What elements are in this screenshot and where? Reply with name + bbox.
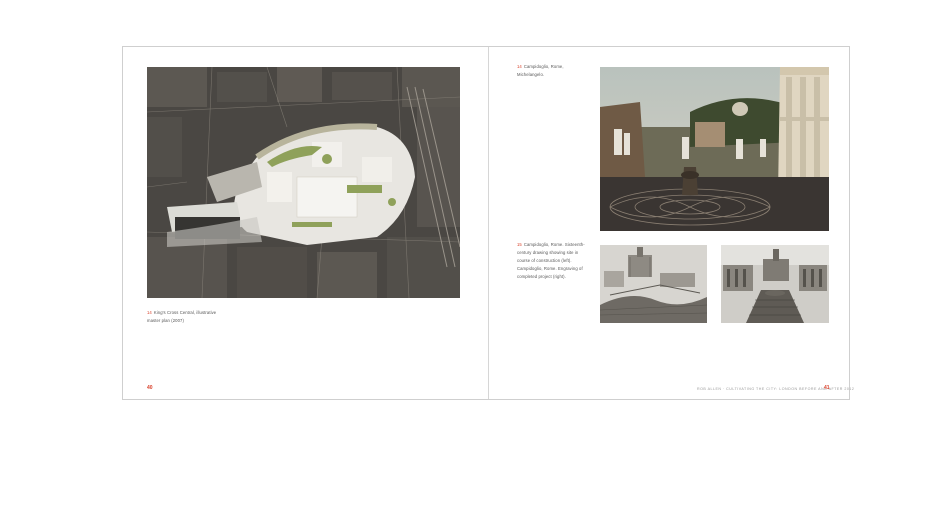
figure-number: 14 bbox=[147, 310, 152, 315]
running-head: ROB ALLEN · CULTIVATING THE CITY: LONDON… bbox=[697, 387, 855, 391]
figure-caption-campidoglio-prints: 15 Campidoglio, Rome. Sixteenth- century … bbox=[517, 241, 599, 281]
caption-line: completed project (right). bbox=[517, 274, 566, 279]
kings-cross-aerial-image bbox=[147, 67, 460, 298]
figure-number: 15 bbox=[517, 242, 522, 247]
caption-line: Michelangelo. bbox=[517, 72, 545, 77]
figure-number: 14 bbox=[517, 64, 522, 69]
campidoglio-engraving-image bbox=[721, 245, 829, 323]
page-number-left: 40 bbox=[147, 385, 153, 391]
caption-line: century drawing showing site in bbox=[517, 250, 579, 255]
caption-line: Campidoglio, Rome. Engraving of bbox=[517, 266, 583, 271]
campidoglio-photo bbox=[600, 67, 829, 231]
figure-caption-campidoglio-photo: 14 Campidoglio, Rome, Michelangelo. bbox=[517, 63, 597, 79]
campidoglio-drawing-image bbox=[600, 245, 707, 323]
caption-line: Campidoglio, Rome, bbox=[523, 64, 564, 69]
caption-line: master plan (2007) bbox=[147, 318, 184, 323]
book-spread: 14 King's Cross Central, illustrative mas… bbox=[122, 46, 855, 400]
page-number-right: 41 bbox=[824, 385, 830, 391]
caption-line: King's Cross Central, illustrative bbox=[153, 310, 217, 315]
caption-line: Campidoglio, Rome. Sixteenth- bbox=[523, 242, 585, 247]
figure-caption-kings-cross: 14 King's Cross Central, illustrative mas… bbox=[147, 309, 297, 325]
caption-line: course of construction (left). bbox=[517, 258, 572, 263]
gutter-divider bbox=[488, 47, 489, 399]
